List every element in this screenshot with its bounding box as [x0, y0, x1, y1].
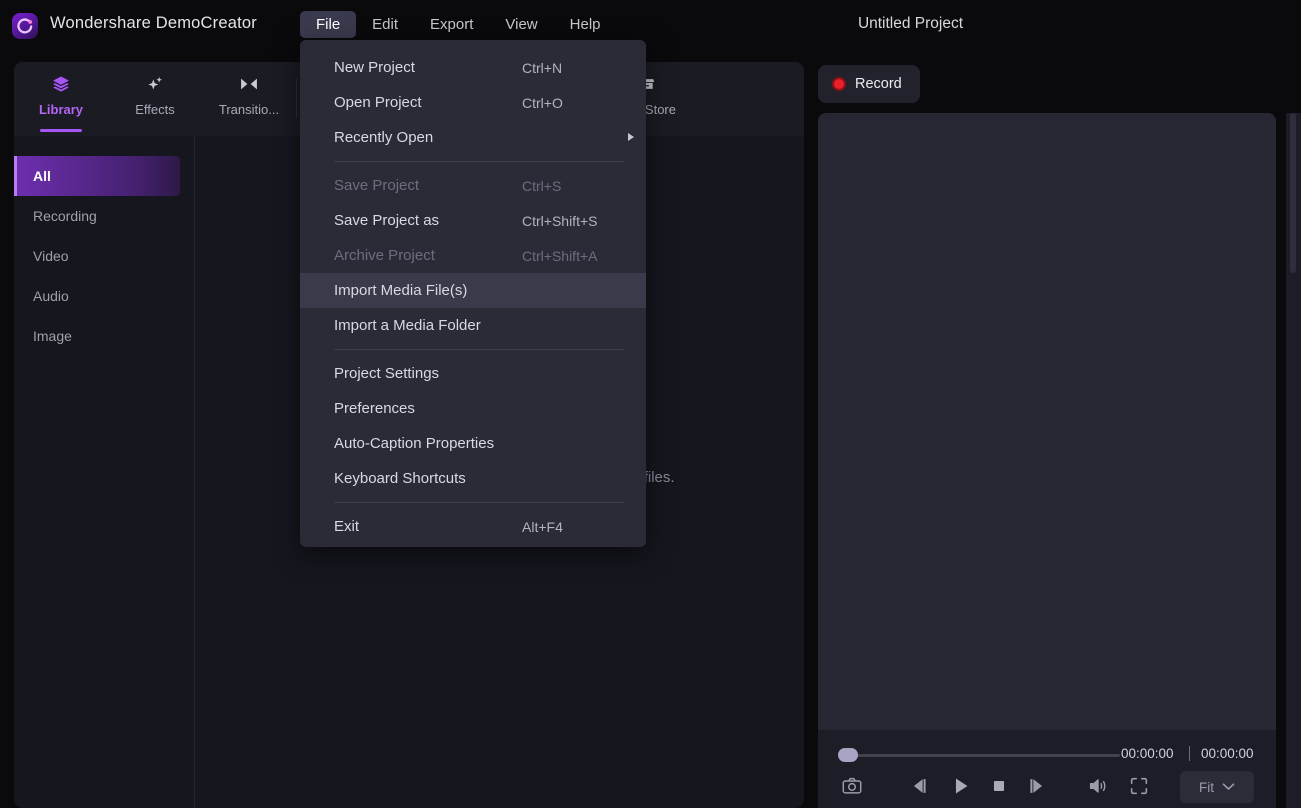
category-item-image[interactable]: Image [14, 316, 194, 356]
preview-controls: 00:00:00 00:00:00 Fit [818, 730, 1276, 808]
menu-import-media-files[interactable]: Import Media File(s) [300, 273, 646, 308]
stop-icon[interactable] [988, 775, 1010, 802]
fit-dropdown-label: Fit [1199, 779, 1214, 795]
tab-library[interactable]: Library [14, 62, 108, 136]
menu-import-media-folder[interactable]: Import a Media Folder [300, 308, 646, 343]
menu-keyboard-shortcuts-label: Keyboard Shortcuts [334, 470, 466, 487]
menu-separator [334, 349, 624, 350]
menubar-item-view[interactable]: View [489, 11, 553, 38]
menu-save-project: Save Project Ctrl+S [300, 168, 646, 203]
menu-import-media-folder-label: Import a Media Folder [334, 317, 481, 334]
menu-new-project[interactable]: New Project Ctrl+N [300, 50, 646, 85]
menu-recently-open[interactable]: Recently Open [300, 120, 646, 155]
tab-effects[interactable]: Effects [108, 62, 202, 136]
menu-open-project-label: Open Project [334, 94, 422, 111]
category-item-audio[interactable]: Audio [14, 276, 194, 316]
time-separator [1189, 746, 1190, 761]
category-item-video[interactable]: Video [14, 236, 194, 276]
menubar-item-export[interactable]: Export [414, 11, 489, 38]
menubar-item-edit[interactable]: Edit [356, 11, 414, 38]
record-button[interactable]: Record [818, 65, 920, 103]
menu-exit-accel: Alt+F4 [522, 518, 563, 535]
tab-library-label: Library [38, 102, 84, 117]
fit-dropdown[interactable]: Fit [1180, 771, 1254, 803]
menu-separator [334, 502, 624, 503]
tab-active-underline [40, 129, 82, 132]
tab-transitions[interactable]: Transitio... [202, 62, 296, 136]
next-frame-icon[interactable] [1026, 775, 1048, 802]
menu-auto-caption-properties[interactable]: Auto-Caption Properties [300, 426, 646, 461]
preview-stage[interactable] [818, 113, 1276, 730]
menu-new-project-accel: Ctrl+N [522, 59, 563, 76]
toolbar-divider [296, 78, 297, 118]
seek-row: 00:00:00 00:00:00 [818, 740, 1276, 770]
menu-keyboard-shortcuts[interactable]: Keyboard Shortcuts [300, 461, 646, 496]
seek-knob[interactable] [838, 748, 858, 762]
menu-archive-project-accel: Ctrl+Shift+A [522, 247, 598, 264]
menu-import-media-files-label: Import Media File(s) [334, 282, 468, 299]
current-time: 00:00:00 [1121, 746, 1174, 761]
file-menu-dropdown: New Project Ctrl+N Open Project Ctrl+O R… [300, 40, 646, 547]
category-item-all[interactable]: All [14, 156, 180, 196]
sparkles-icon [145, 72, 165, 96]
category-item-recording[interactable]: Recording [14, 196, 194, 236]
app-title: Wondershare DemoCreator [50, 14, 257, 32]
chevron-right-icon [628, 133, 634, 141]
record-dot-icon [832, 77, 846, 91]
menu-preferences[interactable]: Preferences [300, 391, 646, 426]
menu-project-settings[interactable]: Project Settings [300, 356, 646, 391]
menu-save-project-as-label: Save Project as [334, 212, 440, 229]
menubar-item-file[interactable]: File [300, 11, 357, 38]
seek-track[interactable] [840, 754, 1120, 757]
category-list: All Recording Video Audio Image [14, 156, 194, 356]
menubar-item-help[interactable]: Help [554, 11, 617, 38]
menu-exit[interactable]: Exit Alt+F4 [300, 509, 646, 544]
total-time: 00:00:00 [1201, 746, 1254, 761]
menu-open-project-accel: Ctrl+O [522, 94, 563, 111]
menu-preferences-label: Preferences [334, 400, 415, 417]
preview-panel: 00:00:00 00:00:00 Fit [818, 113, 1276, 808]
democreator-window: Wondershare DemoCreator File Edit Export… [0, 0, 1301, 808]
snapshot-icon[interactable] [840, 775, 864, 802]
title-bar: Wondershare DemoCreator File Edit Export… [0, 0, 1301, 52]
previous-frame-icon[interactable] [908, 775, 930, 802]
right-scrollbar[interactable] [1286, 113, 1301, 808]
menu-project-settings-label: Project Settings [334, 365, 440, 382]
menu-auto-caption-properties-label: Auto-Caption Properties [334, 435, 495, 452]
tab-transitions-label: Transitio... [218, 102, 280, 117]
project-title-text: Untitled Project [857, 15, 964, 32]
tab-effects-label: Effects [135, 102, 175, 117]
layers-icon [51, 72, 71, 96]
menu-save-project-as-accel: Ctrl+Shift+S [522, 212, 598, 229]
menu-exit-label: Exit [334, 518, 360, 535]
volume-icon[interactable] [1086, 775, 1110, 802]
play-icon[interactable] [950, 775, 972, 802]
menu-recently-open-label: Recently Open [334, 129, 434, 146]
menu-save-project-as[interactable]: Save Project as Ctrl+Shift+S [300, 203, 646, 238]
menu-open-project[interactable]: Open Project Ctrl+O [300, 85, 646, 120]
democreator-logo-icon [12, 13, 38, 39]
chevron-down-icon [1222, 778, 1235, 796]
menu-archive-project-label: Archive Project [334, 247, 435, 264]
menu-bar: File Edit Export View Help [300, 11, 617, 38]
menu-save-project-accel: Ctrl+S [522, 177, 562, 194]
transition-icon [238, 72, 260, 96]
menu-new-project-label: New Project [334, 59, 415, 76]
fullscreen-icon[interactable] [1128, 775, 1150, 802]
record-button-label: Record [855, 76, 902, 92]
right-scrollbar-thumb[interactable] [1290, 113, 1296, 273]
playback-buttons: Fit [818, 771, 1276, 808]
menu-archive-project: Archive Project Ctrl+Shift+A [300, 238, 646, 273]
menu-save-project-label: Save Project [334, 177, 420, 194]
menu-separator [334, 161, 624, 162]
